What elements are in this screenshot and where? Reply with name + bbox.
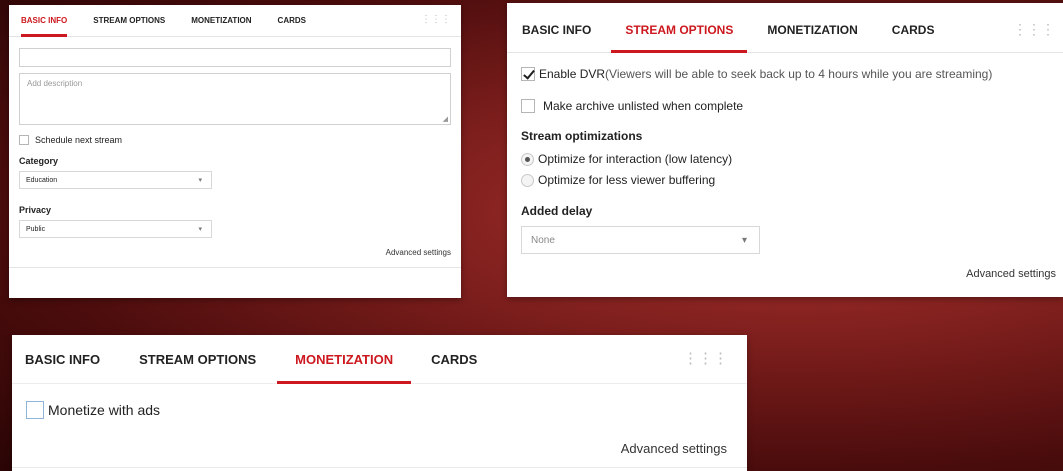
unlisted-archive-row[interactable]: Make archive unlisted when complete: [521, 99, 743, 113]
chevron-down-icon: ▾: [198, 226, 202, 233]
tab-basic-info[interactable]: BASIC INFO: [21, 5, 75, 37]
basic-info-panel: BASIC INFO STREAM OPTIONS MONETIZATION C…: [9, 5, 461, 298]
divider: [9, 267, 461, 268]
unlisted-archive-checkbox[interactable]: [521, 99, 535, 113]
tab-cards[interactable]: CARDS: [878, 3, 949, 52]
tab-bar: BASIC INFO STREAM OPTIONS MONETIZATION C…: [9, 5, 461, 37]
tab-stream-options[interactable]: STREAM OPTIONS: [93, 5, 173, 36]
tab-stream-options[interactable]: STREAM OPTIONS: [611, 3, 748, 53]
stream-optimizations-label: Stream optimizations: [521, 129, 643, 143]
title-input[interactable]: [19, 48, 451, 67]
optimize-less-buffering-radio[interactable]: [521, 173, 534, 187]
chevron-down-icon: ▾: [741, 234, 747, 246]
tab-cards[interactable]: CARDS: [278, 5, 314, 36]
grid-dots-icon[interactable]: ⋮⋮⋮: [1013, 21, 1055, 38]
tab-basic-info[interactable]: BASIC INFO: [25, 335, 100, 383]
tab-monetization[interactable]: MONETIZATION: [277, 335, 412, 384]
category-select[interactable]: Education ▾: [19, 171, 212, 189]
monetize-with-ads-label: Monetize with ads: [48, 402, 161, 418]
optimize-low-latency-row[interactable]: Optimize for interaction (low latency): [521, 152, 732, 166]
schedule-next-stream-row[interactable]: Schedule next stream: [19, 135, 122, 145]
privacy-label: Privacy: [19, 205, 52, 215]
tab-basic-info[interactable]: BASIC INFO: [522, 3, 605, 52]
monetization-panel: BASIC INFO STREAM OPTIONS MONETIZATION C…: [12, 335, 747, 471]
privacy-value: Public: [26, 225, 46, 233]
enable-dvr-checkbox[interactable]: [521, 67, 535, 81]
divider: [12, 467, 747, 468]
monetize-with-ads-row[interactable]: Monetize with ads: [26, 401, 160, 419]
unlisted-archive-label: Make archive unlisted when complete: [543, 99, 744, 113]
privacy-select[interactable]: Public ▾: [19, 220, 212, 238]
category-label: Category: [19, 156, 59, 166]
tab-bar: BASIC INFO STREAM OPTIONS MONETIZATION C…: [12, 335, 747, 384]
category-value: Education: [26, 176, 58, 184]
optimize-low-latency-radio[interactable]: [521, 152, 534, 166]
description-placeholder: Add description: [27, 79, 83, 88]
optimize-less-buffering-row[interactable]: Optimize for less viewer buffering: [521, 173, 715, 187]
tab-monetization[interactable]: MONETIZATION: [753, 3, 871, 52]
advanced-settings-link[interactable]: Advanced settings: [966, 268, 1056, 280]
stream-options-panel: BASIC INFO STREAM OPTIONS MONETIZATION C…: [507, 3, 1063, 297]
enable-dvr-detail: (Viewers will be able to seek back up to…: [605, 67, 993, 81]
grid-dots-icon[interactable]: ⋮⋮⋮: [421, 14, 451, 25]
added-delay-value: None: [531, 234, 555, 246]
grid-dots-icon[interactable]: ⋮⋮⋮: [683, 349, 728, 367]
enable-dvr-label: Enable DVR: [539, 67, 606, 81]
advanced-settings-link[interactable]: Advanced settings: [621, 441, 727, 456]
enable-dvr-row[interactable]: Enable DVR (Viewers will be able to seek…: [521, 67, 992, 81]
tab-bar: BASIC INFO STREAM OPTIONS MONETIZATION C…: [507, 3, 1063, 53]
schedule-next-stream-label: Schedule next stream: [35, 135, 123, 145]
tab-cards[interactable]: CARDS: [431, 335, 477, 383]
chevron-down-icon: ▾: [198, 177, 202, 184]
added-delay-select[interactable]: None ▾: [521, 226, 760, 254]
optimize-less-buffering-label: Optimize for less viewer buffering: [538, 173, 716, 187]
description-input[interactable]: Add description ◢: [19, 73, 451, 125]
advanced-settings-link[interactable]: Advanced settings: [386, 248, 451, 257]
tab-stream-options[interactable]: STREAM OPTIONS: [139, 335, 256, 383]
added-delay-label: Added delay: [521, 204, 593, 218]
resize-handle-icon[interactable]: ◢: [443, 115, 448, 123]
schedule-next-stream-checkbox[interactable]: [19, 135, 29, 145]
tab-monetization[interactable]: MONETIZATION: [191, 5, 259, 36]
optimize-low-latency-label: Optimize for interaction (low latency): [538, 152, 733, 166]
monetize-with-ads-checkbox[interactable]: [26, 401, 44, 419]
